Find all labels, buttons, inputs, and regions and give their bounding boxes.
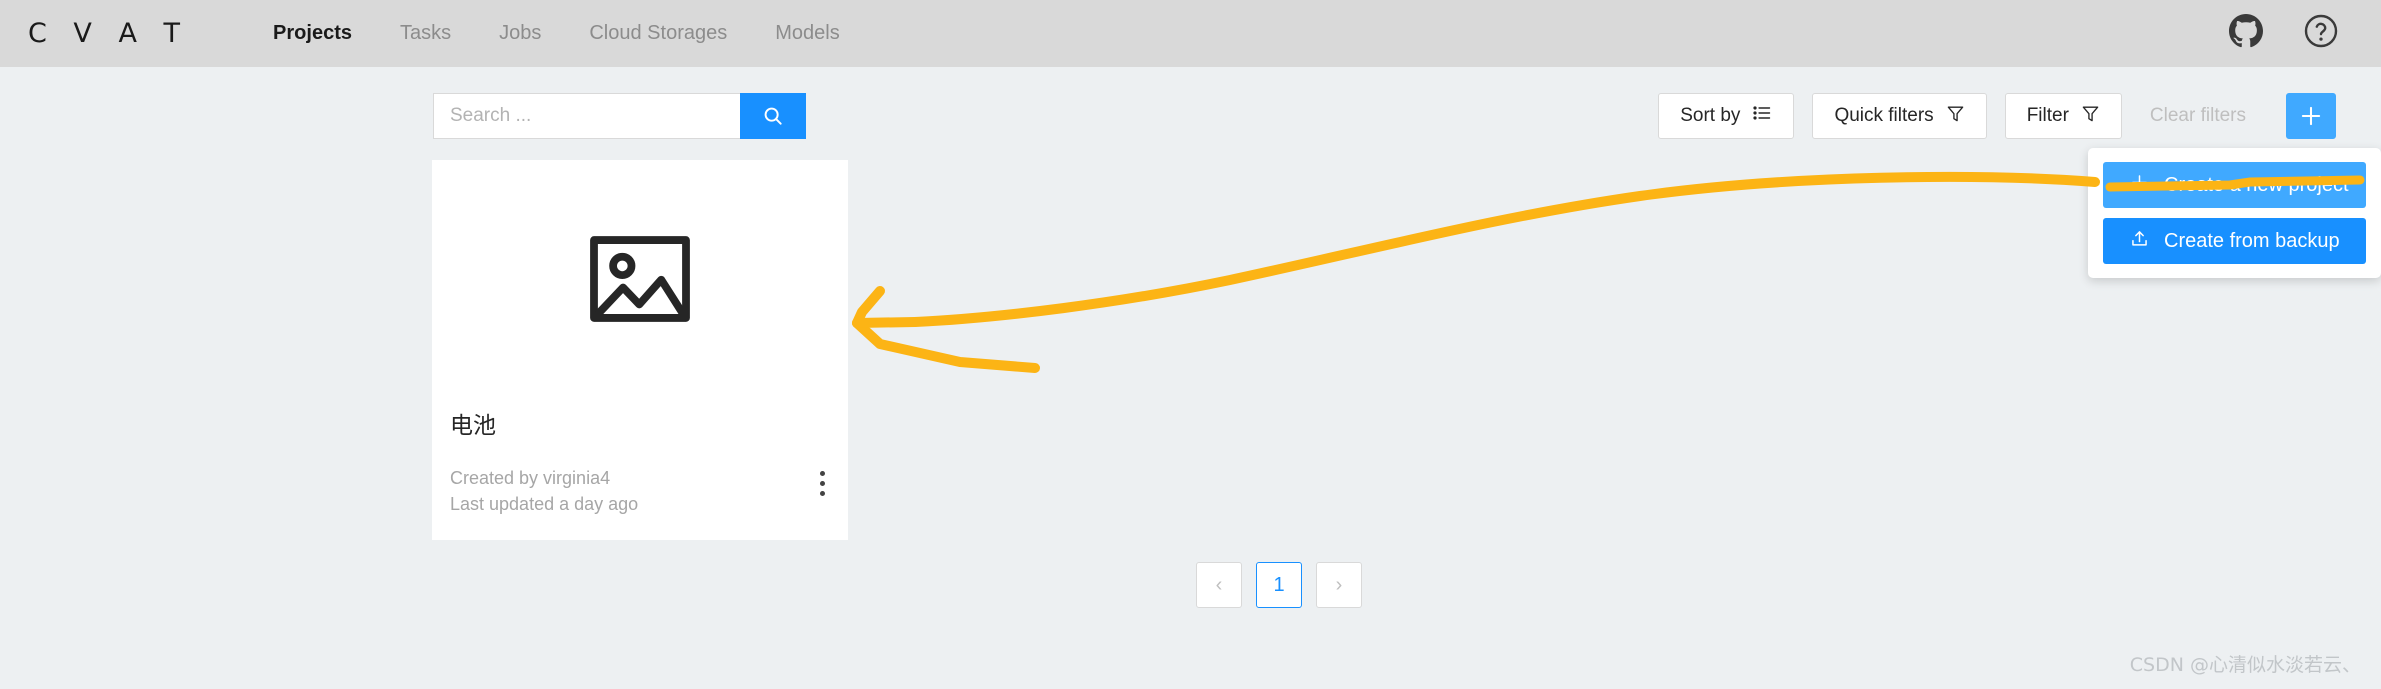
filter-label: Filter [2026,105,2069,126]
funnel-icon [1946,104,1965,129]
funnel-icon [2081,104,2100,129]
pagination: ‹ 1 › [1196,562,1362,608]
nav-item-cloud-storages[interactable]: Cloud Storages [565,22,751,45]
quick-filters-label: Quick filters [1834,105,1934,126]
filter-button[interactable]: Filter [2004,93,2122,139]
nav-item-jobs[interactable]: Jobs [475,22,565,45]
help-icon[interactable] [2303,13,2339,54]
header-actions [2229,13,2339,54]
create-new-project-label: Create a new project [2164,173,2349,196]
sort-by-label: Sort by [1680,105,1741,126]
nav-item-projects[interactable]: Projects [249,22,376,45]
project-preview[interactable] [432,160,848,402]
more-vertical-icon[interactable] [820,471,826,496]
pagination-prev-button[interactable]: ‹ [1196,562,1242,608]
main-navigation: Projects Tasks Jobs Cloud Storages Model… [249,22,864,45]
plus-icon [2129,172,2150,199]
upload-icon [2129,228,2150,255]
clear-filters-button[interactable]: Clear filters [2140,105,2256,127]
project-meta: Created by virginia4 Last updated a day … [450,466,830,517]
quick-filters-button[interactable]: Quick filters [1812,93,1987,139]
search-bar [433,93,806,139]
project-created-by: Created by virginia4 [450,468,611,488]
nav-item-models[interactable]: Models [751,22,863,45]
list-icon [1752,103,1772,129]
create-from-backup-label: Create from backup [2164,229,2340,252]
filters-toolbar: Sort by Quick filters Filter Clear filte… [1658,93,2336,139]
github-icon[interactable] [2229,14,2263,53]
create-new-project-menu-item[interactable]: Create a new project [2103,162,2366,208]
project-card-body: 电池 Created by virginia4 Last updated a d… [432,402,848,540]
pagination-next-button[interactable]: › [1316,562,1362,608]
app-header: C V A T Projects Tasks Jobs Cloud Storag… [0,0,2381,67]
pagination-page-1[interactable]: 1 [1256,562,1302,608]
project-last-updated: Last updated a day ago [450,493,639,514]
create-from-backup-menu-item[interactable]: Create from backup [2103,218,2366,264]
project-card[interactable]: 电池 Created by virginia4 Last updated a d… [432,160,848,540]
search-button[interactable] [740,93,806,139]
sort-by-button[interactable]: Sort by [1658,93,1795,139]
csdn-watermark: CSDN @心清似水淡若云、 [2129,654,2361,676]
project-title[interactable]: 电池 [450,406,830,440]
search-input[interactable] [433,93,740,139]
create-project-plus-button[interactable] [2286,93,2336,139]
image-placeholder-icon [586,233,694,330]
cvat-logo[interactable]: C V A T [28,18,189,49]
create-project-dropdown: Create a new project Create from backup [2088,148,2381,278]
nav-item-tasks[interactable]: Tasks [376,22,475,45]
